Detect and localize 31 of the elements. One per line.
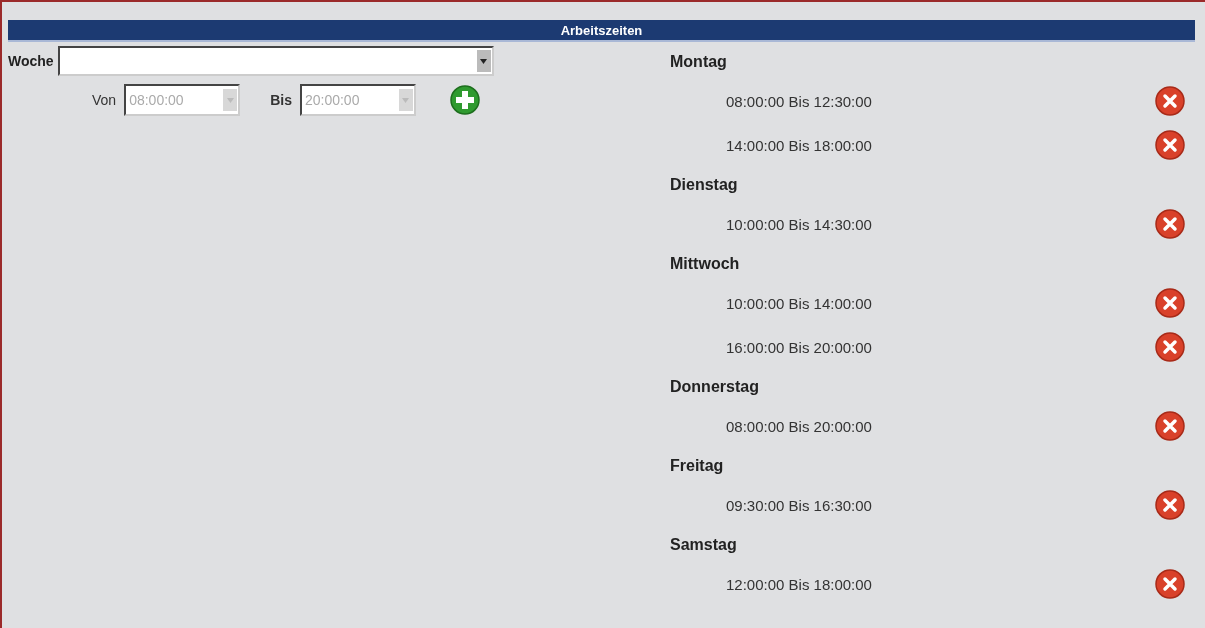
dropdown-icon (398, 89, 413, 111)
time-range: 09:30:00 Bis 16:30:00 (726, 496, 873, 514)
day-heading: Freitag (670, 456, 725, 476)
section-title: Arbeitszeiten (560, 22, 643, 38)
dropdown-icon (223, 89, 238, 111)
time-range: 10:00:00 Bis 14:00:00 (726, 294, 873, 312)
delete-icon[interactable] (1155, 130, 1185, 160)
day-heading: Dienstag (670, 175, 739, 195)
from-label: Von (92, 92, 117, 108)
delete-icon[interactable] (1155, 288, 1185, 318)
time-range: 08:00:00 Bis 12:30:00 (726, 92, 873, 110)
day-heading: Montag (670, 52, 728, 72)
day-heading: Samstag (670, 535, 738, 555)
dropdown-icon (476, 50, 491, 72)
day-heading: Mittwoch (670, 254, 741, 274)
time-range: 08:00:00 Bis 20:00:00 (726, 417, 873, 435)
delete-icon[interactable] (1155, 209, 1185, 239)
delete-icon[interactable] (1155, 490, 1185, 520)
time-range: 16:00:00 Bis 20:00:00 (726, 338, 873, 356)
to-label: Bis (270, 92, 292, 108)
delete-icon[interactable] (1155, 332, 1185, 362)
week-label: Woche (8, 53, 54, 69)
add-icon[interactable] (449, 85, 480, 115)
delete-icon[interactable] (1155, 569, 1185, 599)
time-range: 14:00:00 Bis 18:00:00 (726, 136, 873, 154)
delete-icon[interactable] (1155, 411, 1185, 441)
time-range: 10:00:00 Bis 14:30:00 (726, 215, 873, 233)
time-range: 12:00:00 Bis 18:00:00 (726, 575, 873, 593)
week-select[interactable] (57, 46, 494, 76)
day-heading: Donnerstag (670, 377, 760, 397)
delete-icon[interactable] (1155, 86, 1185, 116)
